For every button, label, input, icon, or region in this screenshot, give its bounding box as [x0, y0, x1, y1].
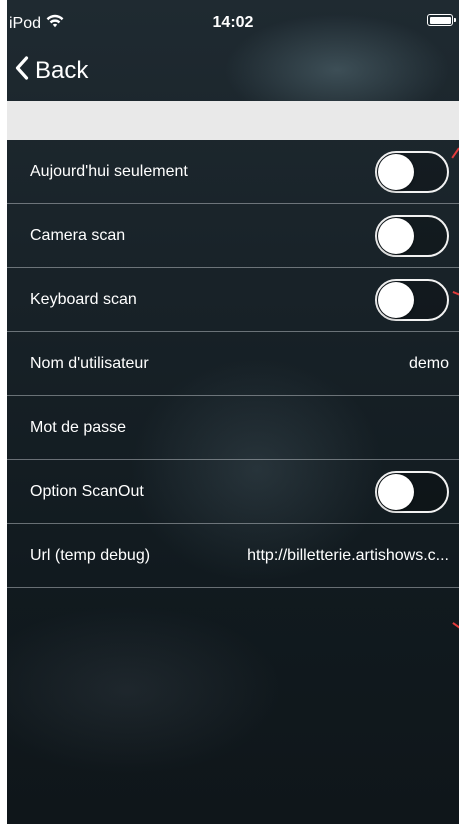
- setting-row-camera-scan: Camera scan: [7, 204, 459, 268]
- section-header: [7, 101, 459, 140]
- setting-label: Aujourd'hui seulement: [30, 162, 188, 180]
- settings-list: Aujourd'hui seulement Camera scan Keyboa…: [7, 140, 459, 588]
- option-scanout-toggle[interactable]: [375, 470, 449, 513]
- setting-row-mot-de-passe[interactable]: Mot de passe: [7, 396, 459, 460]
- setting-row-nom-utilisateur[interactable]: Nom d'utilisateur demo: [7, 332, 459, 396]
- chevron-left-icon: [15, 56, 29, 85]
- setting-row-option-scanout: Option ScanOut: [7, 460, 459, 524]
- setting-row-url-debug[interactable]: Url (temp debug) http://billetterie.arti…: [7, 524, 459, 588]
- setting-row-aujourdhui-seulement: Aujourd'hui seulement: [7, 140, 459, 204]
- setting-label: Nom d'utilisateur: [30, 354, 149, 372]
- setting-label: Url (temp debug): [30, 546, 151, 564]
- camera-scan-toggle[interactable]: [375, 214, 449, 257]
- toggle-knob: [378, 153, 414, 190]
- status-bar: iPod 14:02: [7, 0, 459, 44]
- battery-icon: [427, 14, 456, 26]
- setting-label: Camera scan: [30, 226, 126, 244]
- username-value[interactable]: demo: [409, 355, 449, 373]
- url-value[interactable]: http://billetterie.artishows.c...: [247, 547, 449, 565]
- toggle-knob: [378, 217, 414, 254]
- back-label: Back: [35, 56, 89, 84]
- setting-row-keyboard-scan: Keyboard scan: [7, 268, 459, 332]
- toggle-knob: [378, 281, 414, 318]
- keyboard-scan-toggle[interactable]: [375, 278, 449, 321]
- battery-level: [429, 16, 451, 24]
- setting-label: Keyboard scan: [30, 290, 137, 308]
- status-time: 14:02: [212, 14, 254, 31]
- back-button[interactable]: Back: [15, 56, 88, 85]
- setting-label: Mot de passe: [30, 418, 127, 436]
- annotation-mark: [452, 622, 459, 631]
- aujourdhui-seulement-toggle[interactable]: [375, 150, 449, 193]
- screen: iPod 14:02 Back Aujourd'hui seulement Ca…: [7, 0, 459, 824]
- setting-label: Option ScanOut: [30, 482, 144, 500]
- navigation-bar: Back: [7, 48, 459, 92]
- toggle-knob: [378, 473, 414, 510]
